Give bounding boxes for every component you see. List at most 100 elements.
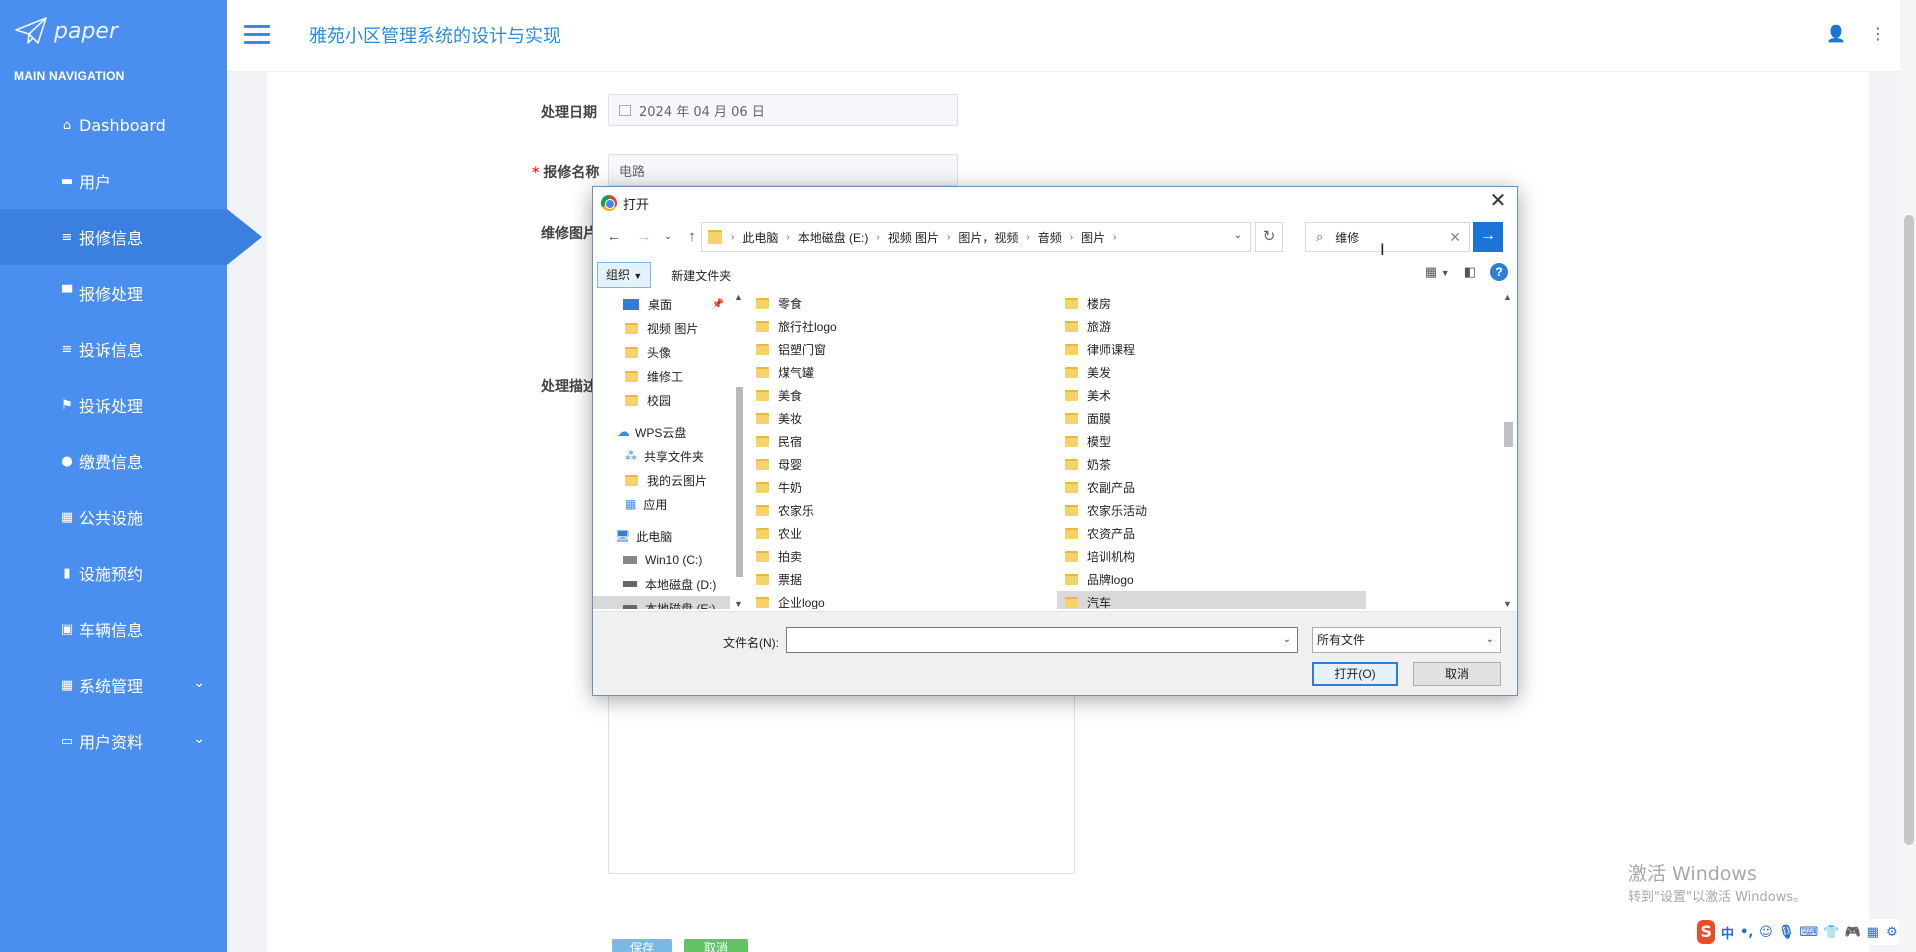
organize-button[interactable]: 组织 ▼ (597, 262, 652, 288)
more-vert-icon[interactable]: ⋮ (1870, 24, 1886, 43)
menu-toggle-icon[interactable] (244, 25, 270, 45)
tree-item[interactable]: ⁂ 共享文件夹 (593, 444, 730, 468)
file-item[interactable]: 农家乐 (748, 499, 814, 522)
sidebar-item-repair-handling[interactable]: ▀ 报修处理 (0, 265, 227, 321)
file-item[interactable]: 律师课程 (1057, 338, 1135, 361)
file-item[interactable]: 面膜 (1057, 407, 1111, 430)
tree-scrollbar-thumb[interactable] (736, 387, 743, 577)
file-item[interactable]: 拍卖 (748, 545, 802, 568)
file-item[interactable]: 票据 (748, 568, 802, 591)
file-item[interactable]: 品牌logo (1057, 568, 1134, 591)
breadcrumb-item[interactable]: 视频 图片 (881, 229, 946, 246)
toolbox-icon[interactable]: ▦ (1866, 925, 1880, 940)
open-button[interactable]: 打开(O) (1312, 662, 1398, 686)
cancel-button[interactable]: 取消 (684, 939, 748, 952)
file-item[interactable]: 培训机构 (1057, 545, 1135, 568)
file-item[interactable]: 农业 (748, 522, 802, 545)
logo[interactable]: paper (14, 14, 118, 48)
back-arrow-icon[interactable]: ← (603, 228, 625, 245)
breadcrumb-item[interactable]: 此电脑 (735, 229, 785, 246)
microphone-icon[interactable]: 🎙 (1778, 925, 1795, 940)
tree-item-desktop[interactable]: 桌面 📌 (593, 292, 730, 316)
page-scrollbar[interactable] (1900, 0, 1916, 952)
recent-dropdown-icon[interactable]: ⌄ (663, 231, 673, 242)
file-item[interactable]: 美食 (748, 384, 802, 407)
description-textarea[interactable] (608, 692, 1075, 874)
tree-scrollbar[interactable]: ▲ ▼ (732, 292, 746, 609)
scroll-down-icon[interactable]: ▼ (1503, 599, 1512, 609)
file-item[interactable]: 美妆 (748, 407, 802, 430)
ime-mode[interactable]: 中 (1720, 923, 1734, 942)
sidebar-item-vehicle-info[interactable]: ▣ 车辆信息 (0, 601, 227, 657)
sidebar-item-public-facilities[interactable]: ▦ 公共设施 (0, 489, 227, 545)
file-item[interactable]: 牛奶 (748, 476, 802, 499)
sidebar-item-repair-info[interactable]: ≡ 报修信息 (0, 209, 262, 265)
filetype-select[interactable]: 所有文件 ⌄ (1312, 627, 1501, 653)
file-item[interactable]: 农副产品 (1057, 476, 1135, 499)
file-item[interactable]: 旅行社logo (748, 315, 837, 338)
file-item[interactable]: 企业logo (748, 591, 825, 609)
scroll-up-icon[interactable]: ▲ (734, 292, 743, 302)
file-item-selected[interactable]: 汽车 (1057, 591, 1366, 609)
tree-item[interactable]: 维修工 (593, 364, 730, 388)
file-item[interactable]: 奶茶 (1057, 453, 1111, 476)
tree-item[interactable]: Win10 (C:) (593, 548, 730, 572)
file-list-scrollbar-thumb[interactable] (1504, 422, 1513, 447)
sidebar-item-facility-booking[interactable]: ▮ 设施预约 (0, 545, 227, 601)
sidebar-item-dashboard[interactable]: ⌂ Dashboard (0, 97, 227, 153)
clear-icon[interactable]: ✕ (1449, 229, 1461, 246)
preview-pane-icon[interactable]: ◧ (1464, 264, 1476, 280)
date-field[interactable]: 2024 年 04 月 06 日 (608, 94, 958, 126)
tree-item-wps-cloud[interactable]: ☁ WPS云盘 (593, 420, 730, 444)
chevron-down-icon[interactable]: ⌄ (1283, 634, 1291, 645)
sidebar-item-users[interactable]: ▬ 用户 (0, 153, 227, 209)
file-item[interactable]: 零食 (748, 292, 802, 315)
forward-arrow-icon[interactable]: → (633, 228, 655, 245)
view-options-icon[interactable]: ▦ ▼ (1425, 264, 1450, 280)
scroll-up-icon[interactable]: ▲ (1503, 292, 1512, 302)
help-icon[interactable]: ? (1490, 263, 1508, 281)
sogou-logo-icon[interactable]: S (1697, 920, 1716, 944)
chevron-down-icon[interactable]: ⌄ (1234, 230, 1242, 241)
user-avatar-icon[interactable]: 👤 (1826, 24, 1846, 43)
tree-item[interactable]: 头像 (593, 340, 730, 364)
file-item[interactable]: 模型 (1057, 430, 1111, 453)
tree-item[interactable]: ▦ 应用 (593, 492, 730, 516)
skin-icon[interactable]: 👕 (1823, 925, 1839, 940)
breadcrumb-item[interactable]: 图片 (1074, 229, 1112, 246)
search-go-button[interactable]: → (1473, 222, 1503, 252)
close-icon[interactable]: ✕ (1485, 190, 1511, 214)
emoji-icon[interactable]: ☺ (1759, 925, 1773, 940)
file-item[interactable]: 美术 (1057, 384, 1111, 407)
sidebar-item-complaint-info[interactable]: ≡ 投诉信息 (0, 321, 227, 377)
file-item[interactable]: 煤气罐 (748, 361, 814, 384)
file-item[interactable]: 母婴 (748, 453, 802, 476)
keyboard-icon[interactable]: ⌨ (1800, 925, 1819, 940)
breadcrumb-item[interactable]: 音频 (1031, 229, 1069, 246)
file-item[interactable]: 农家乐活动 (1057, 499, 1147, 522)
scroll-down-icon[interactable]: ▼ (734, 599, 743, 609)
sidebar-item-system-management[interactable]: ▦ 系统管理 ⌄ (0, 657, 227, 713)
file-item[interactable]: 美发 (1057, 361, 1111, 384)
tree-item[interactable]: 我的云图片 (593, 468, 730, 492)
filename-input[interactable]: ⌄ (786, 627, 1298, 653)
new-folder-button[interactable]: 新建文件夹 (665, 267, 737, 284)
tree-item[interactable]: 校园 (593, 388, 730, 412)
tree-item[interactable]: 视频 图片 (593, 316, 730, 340)
sidebar-item-complaint-handling[interactable]: ⚑ 投诉处理 (0, 377, 227, 433)
page-scrollbar-thumb[interactable] (1904, 215, 1914, 845)
breadcrumb-item[interactable]: 图片，视频 (951, 229, 1025, 246)
repair-name-field[interactable]: 电路 (608, 154, 958, 186)
file-item[interactable]: 旅游 (1057, 315, 1111, 338)
search-input[interactable]: ⌕ 维修 ✕ (1305, 222, 1470, 252)
punctuation-icon[interactable]: •, (1740, 925, 1754, 940)
game-icon[interactable]: 🎮 (1844, 925, 1860, 940)
save-button[interactable]: 保存 (612, 939, 672, 952)
dialog-cancel-button[interactable]: 取消 (1413, 662, 1501, 686)
tree-item-this-pc[interactable]: 🖥 此电脑 (593, 524, 730, 548)
file-item[interactable]: 铝塑门窗 (748, 338, 826, 361)
sidebar-item-payment-info[interactable]: ● 缴费信息 (0, 433, 227, 489)
tree-item-selected[interactable]: 本地磁盘 (E:) (593, 596, 730, 609)
file-item[interactable]: 农资产品 (1057, 522, 1135, 545)
file-item[interactable]: 楼房 (1057, 292, 1111, 315)
